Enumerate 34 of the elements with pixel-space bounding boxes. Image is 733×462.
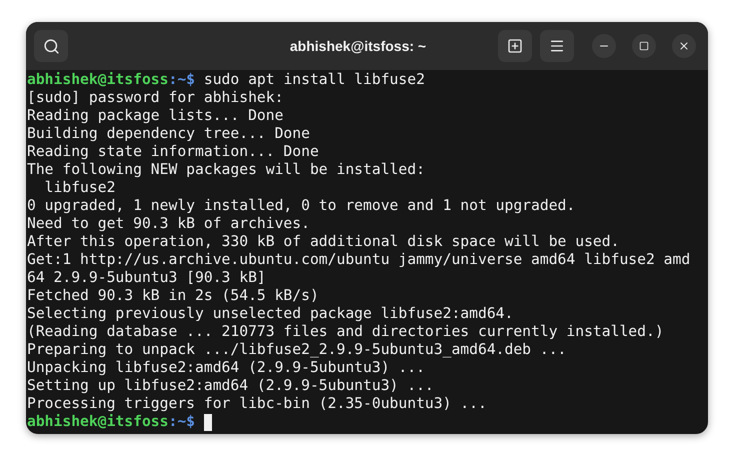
- output-line: Reading package lists... Done: [27, 107, 284, 125]
- new-tab-button[interactable]: [498, 30, 532, 62]
- search-button[interactable]: [34, 30, 68, 62]
- output-line: (Reading database ... 210773 files and directories currently installed.): [27, 323, 664, 341]
- output-line: The following NEW packages will be installed:: [27, 161, 425, 179]
- window-title: abhishek@itsfoss: ~: [288, 36, 426, 56]
- output-line: After this operation, 330 kB of additional disk space will be used.: [27, 233, 620, 251]
- menu-button[interactable]: [540, 30, 574, 62]
- output-line: 64 2.9.9-5ubuntu3 [90.3 kB]: [27, 269, 266, 287]
- output-line: Setting up libfuse2:amd64 (2.9.9-5ubuntu3) ...: [27, 377, 434, 395]
- output-line: Unpacking libfuse2:amd64 (2.9.9-5ubuntu3) ...: [27, 359, 425, 377]
- search-icon: [42, 38, 60, 54]
- menu-icon: [549, 38, 565, 54]
- output-line: Processing triggers for libc-bin (2.35-0ubuntu3) ...: [27, 395, 487, 413]
- maximize-icon: [639, 41, 649, 51]
- new-tab-icon: [507, 38, 523, 54]
- close-icon: [678, 40, 690, 52]
- prompt-user-host: abhishek@itsfoss: [27, 71, 168, 89]
- prompt-path: :~$: [168, 71, 196, 89]
- prompt-path: :~$: [168, 413, 196, 431]
- command-text: sudo apt install libfuse2: [202, 71, 425, 89]
- output-line: Preparing to unpack .../libfuse2_2.9.9-5ubuntu3_amd64.deb ...: [27, 341, 566, 359]
- maximize-button[interactable]: [632, 34, 656, 58]
- output-line: Get:1 http://us.archive.ubuntu.com/ubuntu jammy/universe amd64 libfuse2 amd: [27, 251, 690, 269]
- output-line: Selecting previously unselected package libfuse2:amd64.: [27, 305, 514, 323]
- output-line: 0 upgraded, 1 newly installed, 0 to remove and 1 not upgraded.: [27, 197, 576, 215]
- output-line: libfuse2: [44, 179, 116, 197]
- output-line: Fetched 90.3 kB in 2s (54.5 kB/s): [27, 287, 319, 305]
- output-line: Need to get 90.3 kB of archives.: [27, 215, 310, 233]
- output-line: Building dependency tree... Done: [27, 125, 310, 143]
- close-button[interactable]: [672, 34, 696, 58]
- prompt-user-host: abhishek@itsfoss: [27, 413, 168, 431]
- output-line: Reading state information... Done: [27, 143, 319, 161]
- output-line: [sudo] password for abhishek:: [27, 89, 284, 107]
